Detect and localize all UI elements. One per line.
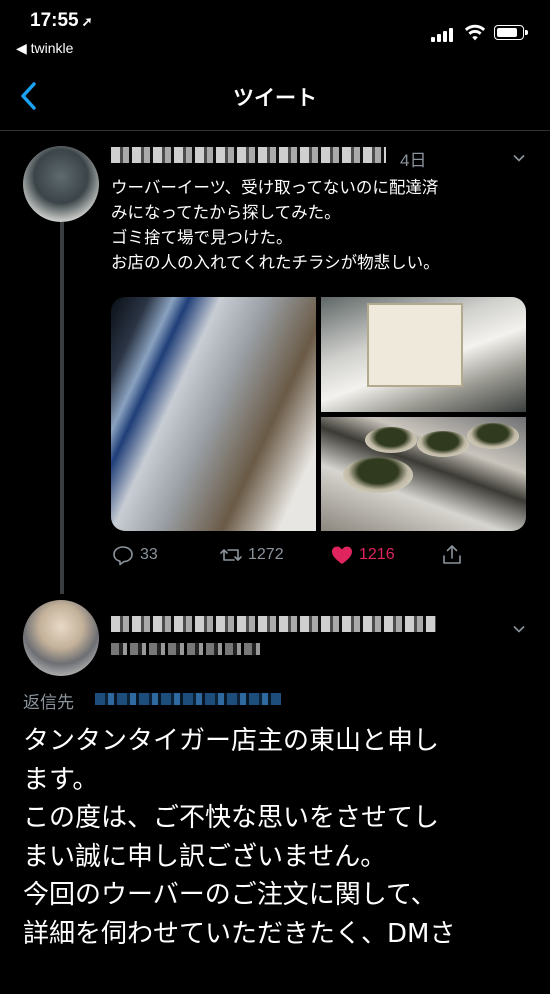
- like-button[interactable]: 1216: [330, 541, 395, 569]
- reply-text-line: まい誠に申し訳ございません。: [23, 841, 387, 872]
- like-count: 1216: [359, 546, 395, 563]
- reply-text-line: ます。: [23, 764, 99, 795]
- cellular-signal-icon: [431, 26, 457, 42]
- battery-icon: [494, 25, 528, 40]
- reply-author-name-redacted[interactable]: [111, 616, 436, 632]
- tweet-text-line: お店の人の入れてくれたチラシが物悲しい。: [111, 253, 440, 272]
- tweet-text-line: ウーバーイーツ、受け取ってないのに配達済: [111, 178, 439, 197]
- tweet-text: ウーバーイーツ、受け取ってないのに配達済 みになってたから探してみた。 ゴミ捨て…: [111, 175, 531, 275]
- chevron-down-icon[interactable]: [513, 623, 525, 635]
- retweet-count: 1272: [248, 546, 284, 563]
- reply-text-line: この度は、ご不快な思いをさせてし: [23, 803, 440, 833]
- tweet-media-grid: [111, 297, 526, 531]
- thread-connector-line: [60, 222, 64, 594]
- replying-to-handle-redacted[interactable]: [95, 693, 281, 705]
- tweet-author-name-redacted[interactable]: [111, 147, 386, 163]
- heart-filled-icon: [332, 546, 352, 564]
- status-bar: 17:55 ➚ ◀ twinkle: [0, 0, 550, 62]
- location-arrow-icon: ➚: [81, 14, 93, 29]
- tweet-actions: 33 1272 1216: [111, 541, 531, 569]
- replying-to-label: 返信先: [23, 693, 74, 713]
- reply-button[interactable]: 33: [111, 541, 158, 569]
- navigation-bar: ツイート: [0, 62, 550, 131]
- media-photo-food-bowls[interactable]: [321, 417, 526, 531]
- tweet-text-line: みになってたから探してみた。: [111, 203, 341, 222]
- reply-author-handle-redacted[interactable]: [111, 643, 261, 655]
- tweet-timestamp: 4日: [400, 151, 427, 170]
- retweet-button[interactable]: 1272: [219, 541, 284, 569]
- reply-icon: [113, 546, 133, 566]
- reply-count: 33: [140, 546, 158, 563]
- tweet-author-avatar[interactable]: [23, 146, 99, 222]
- reply-text-line: タンタンタイガー店主の東山と申し: [23, 726, 440, 756]
- reply-text-line: 詳細を伺わせていただきたく、DMさ: [23, 918, 456, 949]
- media-photo-blurry-hallway[interactable]: [111, 297, 316, 531]
- reply-author-avatar[interactable]: [23, 600, 99, 676]
- reply-text-line: 今回のウーバーのご注文に関して、: [23, 880, 437, 910]
- share-button[interactable]: [440, 541, 469, 569]
- chevron-down-icon[interactable]: [513, 152, 525, 164]
- media-photo-food-box[interactable]: [321, 297, 526, 412]
- reply-text: タンタンタイガー店主の東山と申し ます。 この度は、ご不快な思いをさせてし まい…: [23, 722, 528, 953]
- share-icon: [443, 545, 461, 564]
- wifi-icon: [464, 24, 486, 41]
- retweet-icon: [220, 549, 242, 561]
- page-title: ツイート: [233, 86, 317, 110]
- back-to-app-link[interactable]: ◀ twinkle: [16, 40, 73, 57]
- clock: 17:55 ➚: [30, 10, 93, 31]
- tweet-text-line: ゴミ捨て場で見つけた。: [111, 228, 293, 247]
